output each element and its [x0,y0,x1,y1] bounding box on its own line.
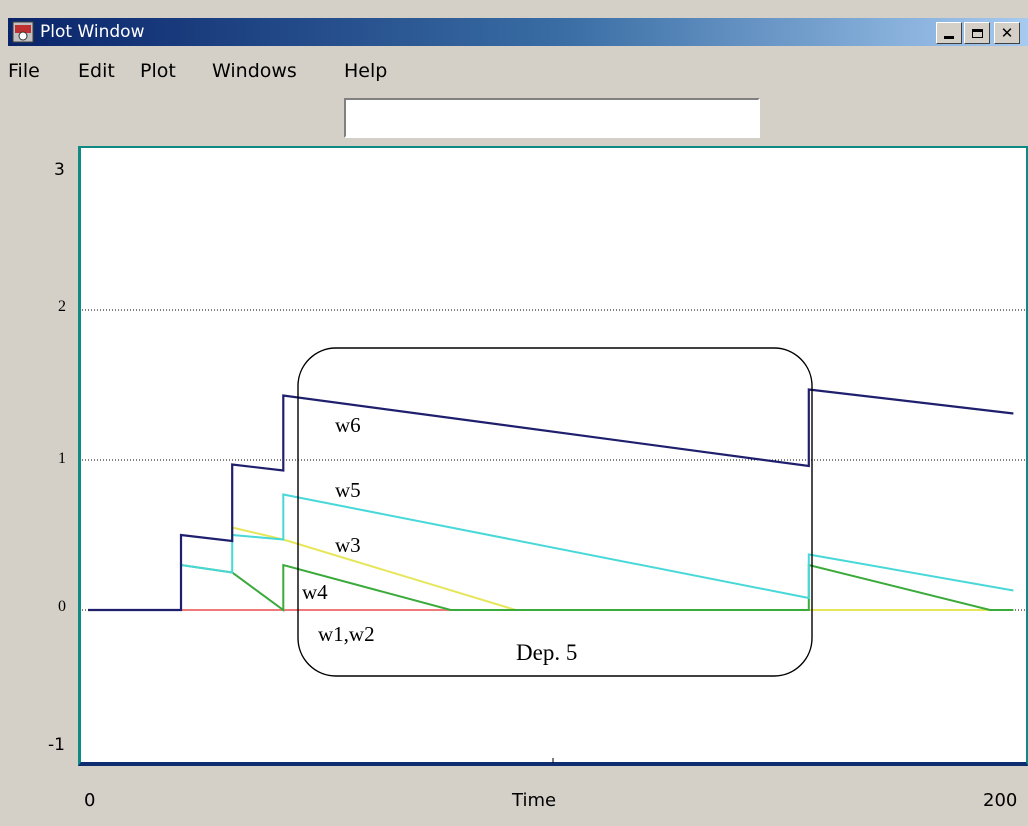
y-tick-label: 0 [58,598,66,615]
y-tick-label: 1 [58,450,66,467]
annotation-label: w3 [335,533,361,557]
chart-svg: w6 w5 w3 w4 w1,w2 Dep. 5 [82,309,1026,763]
annotation-label: w4 [302,580,328,604]
x-axis-label: Time [512,790,557,811]
y-tick-label: 3 [54,160,65,180]
y-tick-label: 2 [58,298,66,315]
annotation-label: w5 [335,478,361,502]
x-tick-label: 200 [983,790,1018,811]
x-tick-label: 0 [84,790,96,811]
y-tick-label: -1 [48,735,65,755]
annotation-label: Dep. 5 [516,640,577,665]
annotation-label: w1,w2 [318,622,375,646]
series-line-w6 [88,388,1014,612]
plot-window: Plot Window ✕ File Edit Plot Windows Hel… [0,0,1028,826]
annotation-label: w6 [335,413,361,437]
